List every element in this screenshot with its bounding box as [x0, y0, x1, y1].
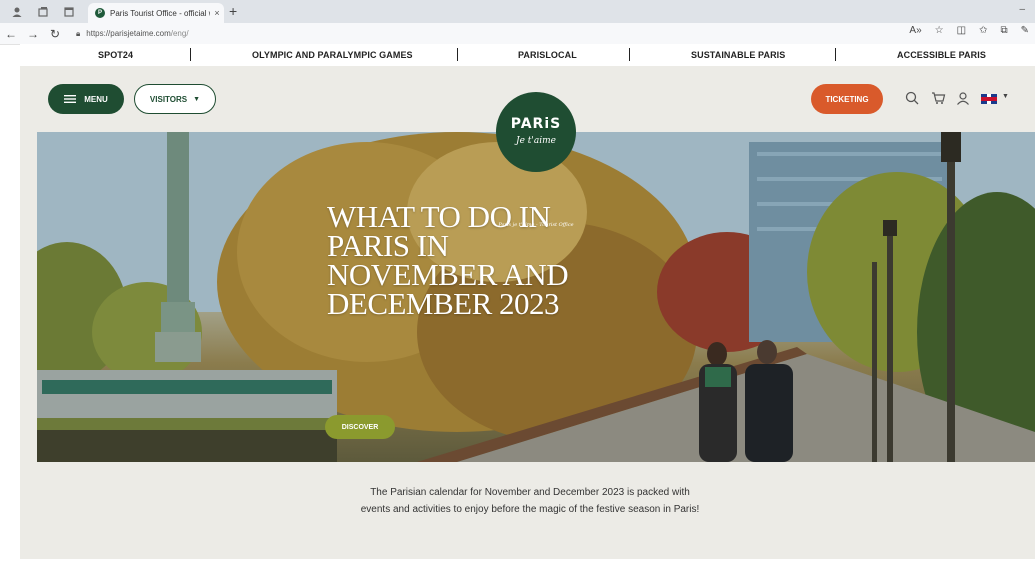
address-bar-row: ← → ↻ 🔒︎ https://parisjetaime.com/eng/ A…	[0, 23, 1035, 45]
minimize-button[interactable]: –	[1019, 4, 1025, 15]
url-path: /eng/	[170, 29, 189, 38]
forward-icon[interactable]: →	[22, 27, 44, 41]
logo-main-text: PARiS	[510, 116, 562, 132]
url-field[interactable]: 🔒︎ https://parisjetaime.com/eng/	[76, 29, 189, 39]
topnav-sustainable-paris[interactable]: SUSTAINABLE PARIS	[691, 50, 785, 60]
logo-caption: Paris je t'aime - Tourist Office	[498, 222, 574, 228]
tab-close-icon[interactable]: ×	[210, 8, 224, 18]
new-tab-button[interactable]: +	[229, 4, 237, 18]
menu-label: MENU	[84, 94, 108, 104]
lock-icon: 🔒︎	[76, 28, 81, 38]
discover-button[interactable]: DISCOVER	[325, 415, 395, 439]
ticketing-label: TICKETING	[825, 94, 869, 104]
topnav-divider	[457, 48, 458, 61]
hamburger-icon	[64, 95, 77, 103]
collections-icon[interactable]	[34, 3, 52, 21]
split-screen-icon[interactable]: ◫	[957, 25, 966, 36]
visitors-label: VISITORS	[149, 94, 188, 104]
topnav-divider	[835, 48, 836, 61]
topnav-divider	[629, 48, 630, 61]
topnav-olympic-games[interactable]: OLYMPIC AND PARALYMPIC GAMES	[252, 50, 413, 60]
chevron-down-icon: ▼	[193, 95, 201, 103]
collections-toolbar-icon[interactable]: ⧉	[1000, 25, 1007, 36]
ticketing-button[interactable]: TICKETING	[811, 84, 883, 114]
hero-banner: WHAT TO DO IN PARIS IN NOVEMBER AND DECE…	[37, 132, 1035, 462]
topnav-accessible-paris[interactable]: ACCESSIBLE PARIS	[897, 50, 986, 60]
site-favicon-icon: P	[95, 8, 105, 18]
read-aloud-icon[interactable]: A»	[909, 25, 921, 36]
website: SPOT24 OLYMPIC AND PARALYMPIC GAMES PARI…	[20, 44, 1035, 567]
tab-actions-icon[interactable]	[60, 3, 78, 21]
hero-title: WHAT TO DO IN PARIS IN NOVEMBER AND DECE…	[327, 199, 569, 321]
menu-button[interactable]: MENU	[48, 84, 124, 114]
profile-icon[interactable]	[8, 3, 26, 21]
logo-script-text: Je t'aime	[516, 136, 556, 146]
visitors-dropdown[interactable]: VISITORS ▼	[134, 84, 216, 114]
search-icon[interactable]	[904, 90, 920, 106]
discover-label: DISCOVER	[341, 423, 379, 431]
browser-tab[interactable]: P Paris Tourist Office - official web ×	[88, 3, 224, 23]
topnav-divider	[190, 48, 191, 61]
user-account-icon[interactable]	[955, 90, 971, 106]
favorite-star-icon[interactable]: ☆	[935, 25, 944, 36]
cart-icon[interactable]	[930, 90, 946, 106]
url-host: https://parisjetaime.com	[86, 29, 171, 38]
favorites-icon[interactable]: ✩	[979, 25, 987, 36]
language-caret-icon[interactable]: ▼	[1002, 93, 1009, 100]
uk-flag-icon[interactable]	[981, 94, 997, 104]
intro-text: The Parisian calendar for November and D…	[360, 487, 700, 515]
topnav-parislocal[interactable]: PARISLOCAL	[518, 50, 577, 60]
page-bottom-strip	[20, 559, 1035, 567]
back-icon[interactable]: ←	[0, 27, 22, 41]
extensions-icon[interactable]: ✎	[1021, 25, 1029, 36]
paris-je-taime-logo[interactable]: PARiS Je t'aime	[496, 92, 576, 172]
refresh-icon[interactable]: ↻	[44, 27, 66, 41]
tab-title: Paris Tourist Office - official web	[110, 8, 210, 18]
topnav-spot24[interactable]: SPOT24	[98, 50, 133, 60]
top-nav: SPOT24 OLYMPIC AND PARALYMPIC GAMES PARI…	[20, 44, 1035, 66]
